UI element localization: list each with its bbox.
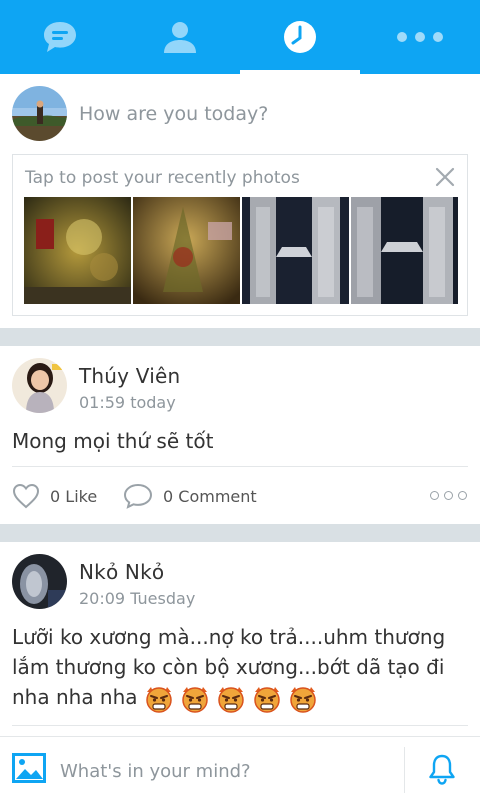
photo-thumbnail[interactable] [242,197,349,304]
tab-recent[interactable] [240,0,360,74]
heart-icon [12,483,40,509]
like-count: 0 [50,486,61,506]
recent-photos-title: Tap to post your recently photos [25,168,300,188]
section-divider [0,524,480,542]
dot [430,491,439,500]
image-icon[interactable] [12,753,46,783]
angry-emoji-icon [217,686,244,713]
post-timestamp: 01:59 today [79,393,176,412]
angry-emoji-icon [289,686,316,713]
my-avatar[interactable] [12,86,67,141]
recent-photos-panel[interactable]: Tap to post your recently photos [12,154,468,316]
section-divider [0,328,480,346]
status-input[interactable]: How are you today? [79,103,268,125]
post-content: Mong mọi thứ sẽ tốt [12,429,214,453]
emoji-row [138,685,318,713]
more-icon [397,32,443,42]
post-separator [12,466,468,467]
comment-icon [123,483,153,509]
angry-emoji-icon [253,686,280,713]
post-author-name[interactable]: Thúy Viên [79,364,180,388]
dot [444,491,453,500]
chat-bubble-icon [44,22,76,52]
comment-button[interactable]: 0 Comment [123,483,257,509]
dot [458,491,467,500]
close-icon[interactable] [433,165,457,189]
tab-more[interactable] [360,0,480,74]
post-avatar[interactable] [12,358,67,413]
post-separator [12,725,468,726]
like-button[interactable]: 0 Like [12,483,97,509]
tab-messages[interactable] [0,0,120,74]
angry-emoji-icon [181,686,208,713]
top-nav-bar [0,0,480,74]
like-label: Like [65,486,98,506]
comment-count: 0 [163,486,174,506]
contacts-icon [164,22,196,53]
post-more-options[interactable] [430,491,467,500]
post-avatar[interactable] [12,554,67,609]
photo-thumbnail[interactable] [351,197,458,304]
bottom-compose-bar: What's in your mind? [0,736,480,800]
photo-thumbnail[interactable] [24,197,131,304]
post-content: Lưỡi ko xương mà...nợ ko trả....uhm thươ… [12,622,468,714]
clock-icon [284,21,316,53]
tab-contacts[interactable] [120,0,240,74]
comment-label: Comment [178,486,257,506]
mind-input[interactable]: What's in your mind? [60,761,251,782]
angry-emoji-icon [145,686,172,713]
photo-thumbnail[interactable] [133,197,240,304]
post-timestamp: 20:09 Tuesday [79,589,196,608]
post-author-name[interactable]: Nkỏ Nkỏ [79,560,164,584]
bell-icon[interactable] [428,753,456,785]
vertical-separator [404,747,405,793]
